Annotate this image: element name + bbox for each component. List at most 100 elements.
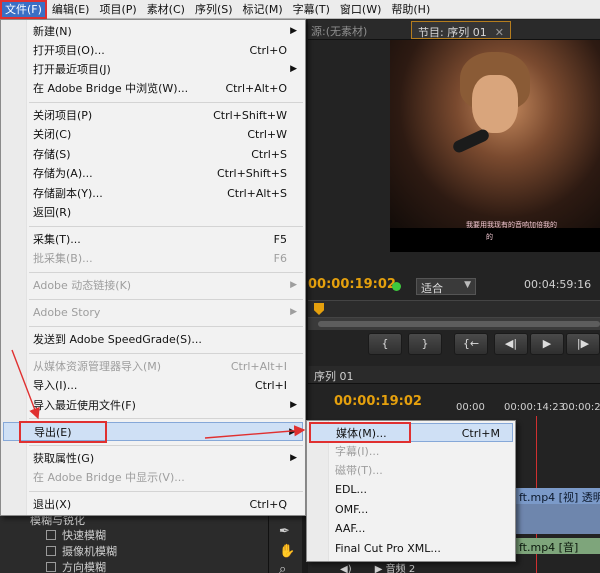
menu-item-import[interactable]: 导入(I)... Ctrl+I bbox=[3, 376, 303, 395]
hand-tool-icon[interactable]: ✋ bbox=[279, 544, 295, 559]
tab-source[interactable]: 源:(无素材) bbox=[311, 23, 367, 39]
menu-item-adobe-story[interactable]: Adobe Story ▶ bbox=[3, 303, 303, 322]
timeline-ruler[interactable]: 00:00 00:00:14:23 00:00:29 bbox=[452, 398, 600, 418]
program-controls: 00:00:19:02 适合 ▼ 00:04:59:16 bbox=[306, 277, 600, 297]
menu-separator bbox=[29, 326, 303, 327]
menu-item-close[interactable]: 关闭(C) Ctrl+W bbox=[3, 125, 303, 144]
submenu-arrow-icon: ▶ bbox=[290, 64, 297, 74]
menu-item-label: 导入(I)... bbox=[33, 379, 78, 392]
effect-item-label: 快速模糊 bbox=[62, 529, 106, 542]
ruler-label: 00:00 bbox=[456, 402, 485, 413]
close-icon[interactable]: ✕ bbox=[495, 26, 504, 39]
menu-item-label: 在 Adobe Bridge 中浏览(W)... bbox=[33, 82, 189, 95]
menu-item-exit[interactable]: 退出(X) Ctrl+Q bbox=[3, 495, 303, 514]
pen-tool-icon[interactable]: ✒ bbox=[279, 524, 290, 539]
menu-item-label: Adobe 动态链接(K) bbox=[33, 279, 132, 292]
submenu-item-fcp-xml[interactable]: Final Cut Pro XML... bbox=[309, 539, 513, 558]
menu-item-save-copy[interactable]: 存储副本(Y)... Ctrl+Alt+S bbox=[3, 184, 303, 203]
menu-item-open-project[interactable]: 打开项目(O)... Ctrl+O bbox=[3, 41, 303, 60]
effect-item[interactable]: 快速模糊 bbox=[46, 527, 106, 543]
menu-file[interactable]: 文件(F) bbox=[0, 0, 47, 19]
effect-item[interactable]: 摄像机模糊 bbox=[46, 543, 117, 559]
menu-help[interactable]: 帮助(H) bbox=[386, 0, 435, 19]
menu-separator bbox=[29, 102, 303, 103]
zoom-tool-icon[interactable]: ⌕ bbox=[279, 562, 286, 573]
video-clip[interactable]: ft.mp4 [视] 透明度 bbox=[516, 488, 600, 504]
menu-item-new[interactable]: 新建(N) ▶ bbox=[3, 22, 303, 41]
go-to-in-button[interactable]: {← bbox=[454, 333, 488, 355]
step-forward-button[interactable]: |▶ bbox=[566, 333, 600, 355]
submenu-item-aaf[interactable]: AAF... bbox=[309, 519, 513, 538]
menu-item-close-project[interactable]: 关闭项目(P) Ctrl+Shift+W bbox=[3, 106, 303, 125]
submenu-item-title[interactable]: 字幕(I)... bbox=[309, 442, 513, 461]
menu-item-send-to-speedgrade[interactable]: 发送到 Adobe SpeedGrade(S)... bbox=[3, 330, 303, 349]
ruler-label: 00:00:29 bbox=[562, 402, 600, 413]
program-zoom-scrollbar[interactable] bbox=[308, 318, 600, 330]
menu-item-shortcut: Ctrl+Alt+O bbox=[225, 82, 287, 95]
menu-item-label: 存储(S) bbox=[33, 148, 71, 161]
menu-marker[interactable]: 标记(M) bbox=[238, 0, 288, 19]
menu-item-batch-capture[interactable]: 批采集(B)... F6 bbox=[3, 249, 303, 268]
fit-select[interactable]: 适合 ▼ bbox=[416, 278, 476, 295]
tools-panel: ✒ ✋ ⌕ bbox=[268, 512, 302, 573]
status-dot-icon bbox=[392, 282, 401, 291]
menu-item-get-properties[interactable]: 获取属性(G) ▶ bbox=[3, 449, 303, 468]
submenu-arrow-icon: ▶ bbox=[290, 280, 297, 290]
playhead-icon[interactable] bbox=[314, 303, 324, 315]
menu-item-label: 退出(X) bbox=[33, 498, 72, 511]
sequence-tab-bar: 序列 01 bbox=[308, 366, 600, 384]
mark-in-button[interactable]: { bbox=[368, 333, 402, 355]
menu-item-shortcut: Ctrl+Alt+I bbox=[230, 360, 287, 373]
menu-edit[interactable]: 编辑(E) bbox=[47, 0, 95, 19]
effects-panel: 模糊与锐化 快速模糊 摄像机模糊 方向模糊 bbox=[0, 512, 268, 573]
menu-item-label: AAF... bbox=[335, 522, 366, 535]
scrollbar-thumb[interactable] bbox=[318, 321, 600, 327]
menu-item-save-as[interactable]: 存储为(A)... Ctrl+Shift+S bbox=[3, 164, 303, 183]
submenu-arrow-icon: ▶ bbox=[290, 26, 297, 36]
menu-item-capture[interactable]: 采集(T)... F5 bbox=[3, 230, 303, 249]
transport-controls: { } {← ◀| ▶ |▶ bbox=[308, 333, 600, 357]
step-back-button[interactable]: ◀| bbox=[494, 333, 528, 355]
menu-title[interactable]: 字幕(T) bbox=[288, 0, 335, 19]
submenu-item-tape[interactable]: 磁带(T)... bbox=[309, 461, 513, 480]
menu-item-dynamic-link[interactable]: Adobe 动态链接(K) ▶ bbox=[3, 276, 303, 295]
menu-item-save[interactable]: 存储(S) Ctrl+S bbox=[3, 145, 303, 164]
menu-item-label: EDL... bbox=[335, 483, 368, 496]
menu-separator bbox=[29, 272, 303, 273]
menu-item-label: 磁带(T)... bbox=[335, 464, 383, 477]
submenu-item-omf[interactable]: OMF... bbox=[309, 500, 513, 519]
play-button[interactable]: ▶ bbox=[530, 333, 564, 355]
speaker-icon[interactable]: ◀) bbox=[340, 564, 352, 573]
menu-item-import-recent[interactable]: 导入最近使用文件(F) ▶ bbox=[3, 396, 303, 415]
menu-clip[interactable]: 素材(C) bbox=[142, 0, 190, 19]
tab-sequence-01[interactable]: 序列 01 bbox=[314, 368, 354, 384]
video-clip-thumbnail[interactable] bbox=[516, 504, 600, 534]
video-subtitle-2: 的 bbox=[486, 233, 493, 241]
video-subtitle-1: 我要用我现有的音响加倍我的 bbox=[466, 221, 557, 229]
menu-item-revert[interactable]: 返回(R) bbox=[3, 203, 303, 222]
menu-item-import-media-browser[interactable]: 从媒体资源管理器导入(M) Ctrl+Alt+I bbox=[3, 357, 303, 376]
file-menu-dropdown: 新建(N) ▶ 打开项目(O)... Ctrl+O 打开最近项目(J) ▶ 在 Ado… bbox=[0, 19, 306, 516]
menu-item-shortcut: Ctrl+I bbox=[254, 379, 287, 392]
submenu-arrow-icon: ▶ bbox=[290, 453, 297, 463]
menu-item-shortcut: Ctrl+Shift+W bbox=[213, 109, 287, 122]
program-time-ruler[interactable] bbox=[308, 300, 600, 318]
menu-sequence[interactable]: 序列(S) bbox=[190, 0, 238, 19]
menu-item-open-recent[interactable]: 打开最近项目(J) ▶ bbox=[3, 60, 303, 79]
menu-item-browse-bridge[interactable]: 在 Adobe Bridge 中浏览(W)... Ctrl+Alt+O bbox=[3, 79, 303, 98]
menu-project[interactable]: 项目(P) bbox=[94, 0, 141, 19]
submenu-arrow-icon: ▶ bbox=[290, 307, 297, 317]
submenu-arrow-icon: ▶ bbox=[290, 400, 297, 410]
mark-out-button[interactable]: } bbox=[408, 333, 442, 355]
audio-clip[interactable]: ft.mp4 [音] bbox=[516, 538, 600, 554]
effect-item[interactable]: 方向模糊 bbox=[46, 559, 106, 573]
sequence-timecode[interactable]: 00:00:19:02 bbox=[334, 394, 422, 409]
tab-program[interactable]: 节目: 序列 01 ✕ bbox=[411, 21, 511, 39]
menu-window[interactable]: 窗口(W) bbox=[335, 0, 386, 19]
submenu-arrow-icon: ▶ bbox=[289, 427, 296, 437]
menu-item-shortcut: Ctrl+S bbox=[251, 148, 287, 161]
menu-item-reveal-bridge[interactable]: 在 Adobe Bridge 中显示(V)... bbox=[3, 468, 303, 487]
submenu-item-edl[interactable]: EDL... bbox=[309, 480, 513, 499]
program-timecode[interactable]: 00:00:19:02 bbox=[308, 277, 396, 292]
audio-track-arrow-icon[interactable]: ▶ bbox=[375, 564, 383, 573]
